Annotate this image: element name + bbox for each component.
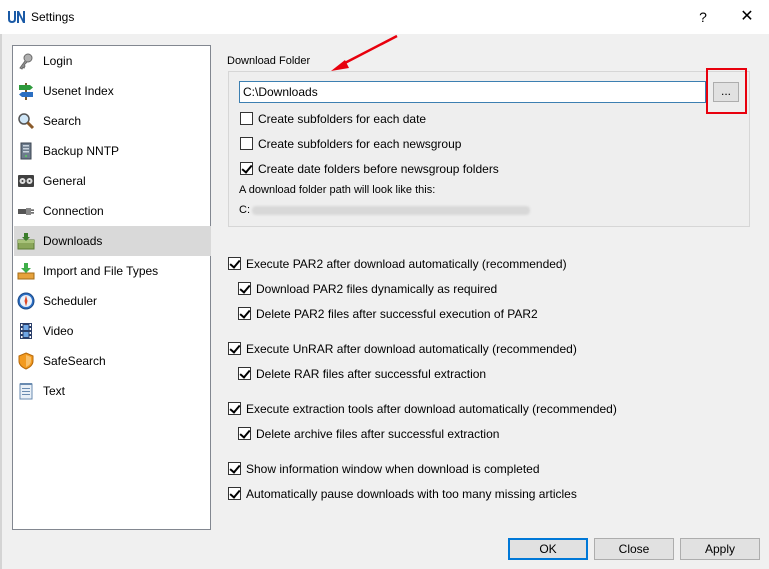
checkbox-label: Execute PAR2 after download automaticall… <box>246 257 567 271</box>
checkbox-label: Download PAR2 files dynamically as requi… <box>256 282 498 296</box>
notepad-icon <box>19 383 33 400</box>
nav-item-backup-nntp[interactable]: Backup NNTP <box>14 136 211 166</box>
nav-label: Text <box>43 384 66 398</box>
film-icon <box>20 323 32 339</box>
nav-item-general[interactable]: General <box>14 166 211 196</box>
download-folder-input[interactable] <box>239 81 706 103</box>
download-box-icon <box>17 233 35 250</box>
nav-item-search[interactable]: Search <box>14 106 211 136</box>
nav-label: Connection <box>43 204 104 218</box>
checkbox[interactable] <box>238 307 251 320</box>
nav-label: Video <box>43 324 74 338</box>
nav-label: Usenet Index <box>43 84 114 98</box>
import-icon <box>17 263 35 280</box>
window-edge <box>0 34 2 569</box>
ok-button[interactable]: OK <box>508 538 588 560</box>
magnifier-icon <box>18 113 35 130</box>
shield-icon <box>18 352 34 370</box>
checkbox-label: Execute UnRAR after download automatical… <box>246 342 577 356</box>
nav-item-import-file-types[interactable]: Import and File Types <box>14 256 211 286</box>
nav-label: Search <box>43 114 82 128</box>
checkbox[interactable] <box>240 137 253 150</box>
nav-label: General <box>43 174 86 188</box>
path-example-label: A download folder path will look like th… <box>239 184 436 196</box>
path-example-redacted <box>252 206 530 215</box>
nav-item-text[interactable]: Text <box>14 376 211 406</box>
checkbox-label: Delete PAR2 files after successful execu… <box>256 307 538 321</box>
close-button[interactable]: Close <box>594 538 674 560</box>
checkbox-label: Show information window when download is… <box>246 462 540 476</box>
nav-item-scheduler[interactable]: Scheduler <box>14 286 211 316</box>
nav-label: Backup NNTP <box>43 144 120 158</box>
settings-nav-list: Login Usenet Index Search Backup NNTP Ge… <box>12 45 211 530</box>
checkbox-label: Execute extraction tools after download … <box>246 402 617 416</box>
path-example-prefix: C: <box>239 204 250 216</box>
nav-item-downloads[interactable]: Downloads <box>14 226 211 256</box>
checkbox[interactable] <box>228 402 241 415</box>
title-bar: Settings ? ✕ <box>0 0 769 34</box>
server-icon <box>20 142 32 160</box>
signpost-icon <box>19 83 33 100</box>
nav-label: Import and File Types <box>43 264 159 278</box>
checkbox-label: Create subfolders for each newsgroup <box>258 137 462 151</box>
nav-label: Login <box>43 54 73 68</box>
checkbox[interactable] <box>240 162 253 175</box>
checkbox-label: Automatically pause downloads with too m… <box>246 487 577 501</box>
checkbox[interactable] <box>238 427 251 440</box>
window-close-button[interactable]: ✕ <box>732 6 762 28</box>
checkbox-label: Create subfolders for each date <box>258 112 427 126</box>
checkbox[interactable] <box>238 282 251 295</box>
nav-item-usenet-index[interactable]: Usenet Index <box>14 76 211 106</box>
checkbox[interactable] <box>228 342 241 355</box>
checkbox-label: Delete RAR files after successful extrac… <box>256 367 487 381</box>
app-logo-icon <box>8 11 25 23</box>
nav-label: Downloads <box>43 234 103 248</box>
checkbox[interactable] <box>228 487 241 500</box>
nav-item-safesearch[interactable]: SafeSearch <box>14 346 211 376</box>
checkbox-label: Delete archive files after successful ex… <box>256 427 500 441</box>
download-folder-label: Download Folder <box>227 55 311 67</box>
tape-icon <box>18 175 34 187</box>
nav-item-video[interactable]: Video <box>14 316 211 346</box>
checkbox-label: Create date folders before newsgroup fol… <box>258 162 499 176</box>
checkbox[interactable] <box>240 112 253 125</box>
plug-icon <box>18 208 34 215</box>
checkbox[interactable] <box>228 257 241 270</box>
help-button[interactable]: ? <box>688 6 718 28</box>
compass-icon <box>17 292 35 310</box>
annotation-highlight-box <box>706 68 747 114</box>
checkbox[interactable] <box>228 462 241 475</box>
key-icon <box>19 53 33 70</box>
window-title: Settings <box>31 10 75 24</box>
apply-button[interactable]: Apply <box>680 538 760 560</box>
nav-label: Scheduler <box>43 294 98 308</box>
annotation-arrow-icon <box>331 34 398 71</box>
nav-label: SafeSearch <box>43 354 106 368</box>
nav-item-connection[interactable]: Connection <box>14 196 211 226</box>
checkbox[interactable] <box>238 367 251 380</box>
nav-item-login[interactable]: Login <box>14 46 211 76</box>
